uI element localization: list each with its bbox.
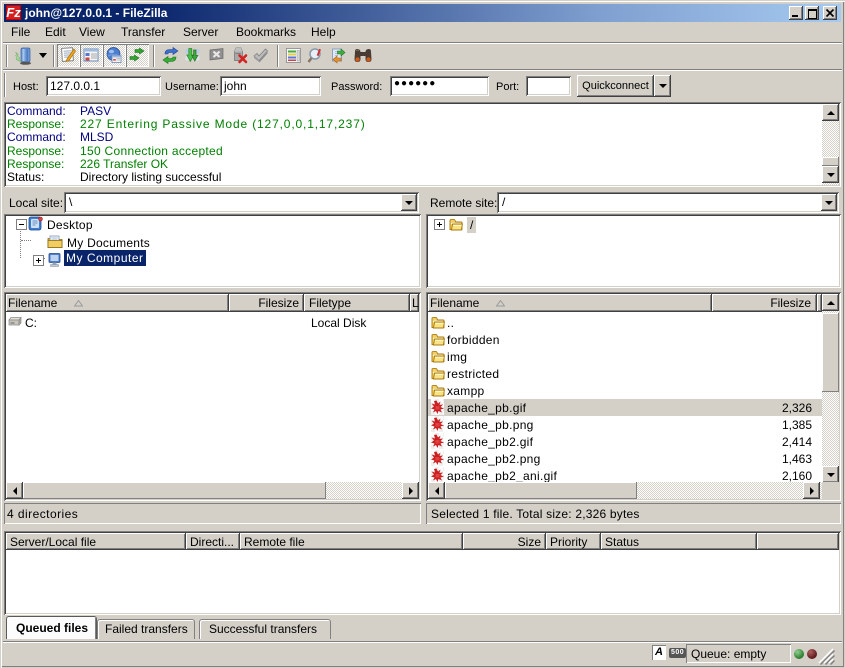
svg-text:Fz: Fz — [6, 5, 21, 20]
